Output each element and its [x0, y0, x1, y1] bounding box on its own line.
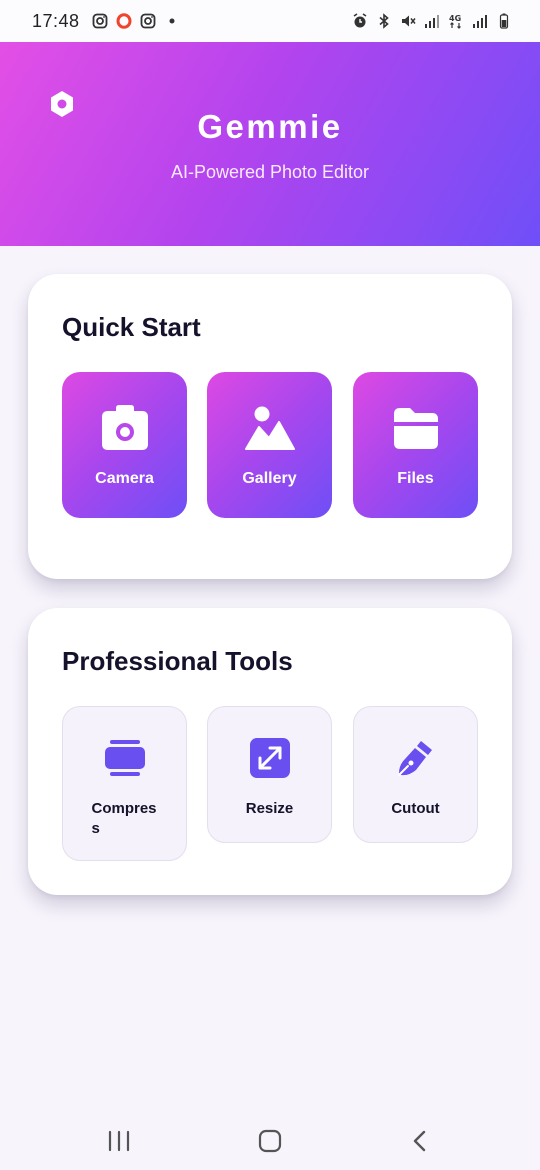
folder-icon [393, 408, 438, 449]
quick-start-card: Quick Start Camera Gallery Files [28, 274, 512, 579]
cell-signal-icon [473, 15, 487, 28]
opera-icon [116, 13, 132, 29]
status-bar: 17:48 4G [0, 0, 540, 42]
resize-icon [249, 738, 290, 778]
image-icon [244, 406, 295, 450]
bluetooth-icon [379, 13, 389, 29]
resize-label: Resize [245, 800, 294, 817]
professional-tools-card: Professional Tools Compress Resize Cutou… [28, 608, 512, 895]
status-time: 17:48 [32, 10, 80, 31]
gallery-label: Gallery [242, 470, 297, 487]
files-button[interactable]: Files [353, 372, 478, 518]
files-label: Files [397, 470, 434, 487]
back-icon[interactable] [406, 1128, 434, 1154]
recent-apps-icon[interactable] [105, 1128, 133, 1154]
camera-label: Camera [95, 470, 154, 487]
instagram-icon [140, 13, 155, 29]
network-4g-icon: 4G [449, 14, 461, 29]
home-icon[interactable] [256, 1128, 284, 1154]
cutout-icon [397, 741, 432, 776]
app-subtitle: AI-Powered Photo Editor [170, 162, 370, 182]
cutout-button[interactable]: Cutout [353, 706, 478, 843]
camera-icon [101, 405, 148, 450]
app-header: Gemmie AI-Powered Photo Editor [0, 42, 540, 246]
resize-button[interactable]: Resize [207, 706, 332, 843]
compress-button[interactable]: Compress [62, 706, 187, 861]
status-left: 17:48 [32, 11, 180, 32]
system-nav-bar [0, 1110, 540, 1170]
app-title: Gemmie [197, 108, 343, 145]
wifi-signal-icon [425, 15, 439, 28]
cutout-label: Cutout [391, 800, 440, 817]
battery-icon [499, 13, 509, 29]
quick-start-title: Quick Start [62, 312, 201, 342]
professional-tools-title: Professional Tools [62, 646, 293, 676]
instagram-icon [92, 13, 107, 29]
status-right: 4G [352, 13, 512, 29]
camera-button[interactable]: Camera [62, 372, 187, 518]
gallery-button[interactable]: Gallery [207, 372, 332, 518]
alarm-icon [353, 13, 367, 28]
mute-icon [402, 15, 416, 27]
notification-dot-icon [169, 18, 175, 24]
compress-icon [104, 740, 145, 776]
compress-label: Compress [91, 800, 157, 837]
svg-text:4G: 4G [449, 14, 461, 23]
